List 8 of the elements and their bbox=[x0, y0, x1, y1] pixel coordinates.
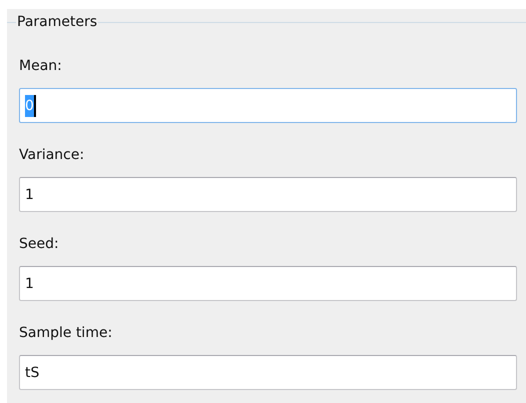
field-label: Variance: bbox=[19, 146, 84, 165]
input-field[interactable]: tS bbox=[19, 355, 517, 390]
field-label: Mean: bbox=[19, 57, 62, 76]
field-label: Seed: bbox=[19, 235, 59, 254]
group-title: Parameters bbox=[16, 12, 98, 32]
input-field[interactable]: 1 bbox=[19, 266, 517, 301]
input-field[interactable]: 1 bbox=[19, 177, 517, 212]
field-label: Sample time: bbox=[19, 324, 112, 343]
